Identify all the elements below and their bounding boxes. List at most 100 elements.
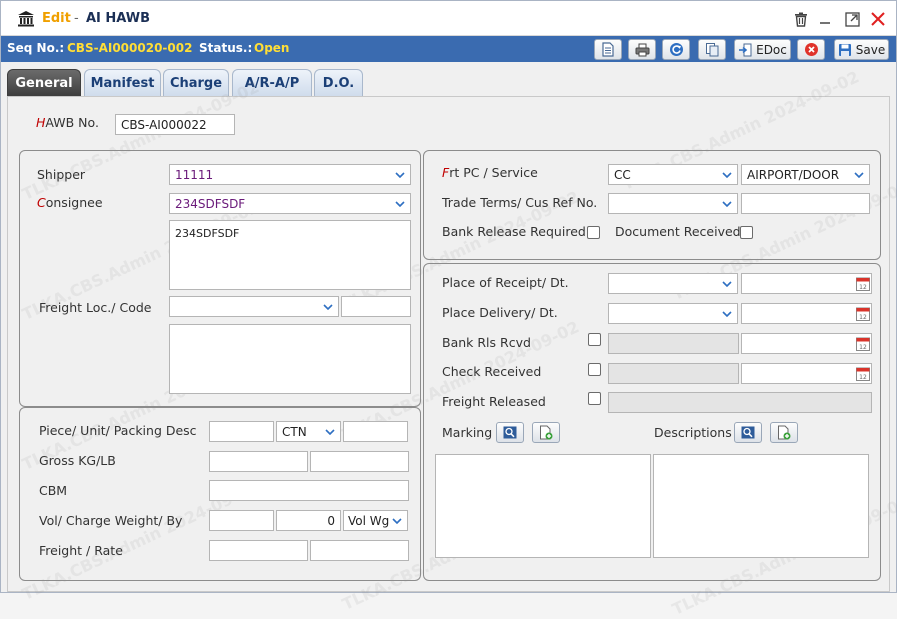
edoc-button-label: EDoc [756, 42, 787, 57]
document-icon [602, 42, 614, 57]
shipper-select[interactable]: 11111 [169, 164, 411, 185]
seq-no-label: Seq No.: [7, 41, 65, 55]
document-button[interactable] [594, 39, 622, 60]
copy-icon [705, 43, 718, 57]
shipper-label: Shipper [37, 167, 86, 182]
import-icon [739, 43, 752, 56]
marking-textarea[interactable] [435, 454, 651, 558]
freight-rate-label: Freight / Rate [39, 543, 123, 558]
frt-pc-value: CC [614, 168, 631, 182]
descriptions-search-button[interactable] [734, 422, 762, 443]
charge-by-select[interactable]: Vol Wg [343, 510, 408, 531]
tab-manifest[interactable]: Manifest [84, 69, 161, 96]
descriptions-textarea[interactable] [653, 454, 869, 558]
window-title: AI HAWB [86, 11, 151, 26]
edoc-button[interactable]: EDoc [734, 39, 791, 60]
minimize-button[interactable] [816, 10, 834, 28]
tab-charge[interactable]: Charge [163, 69, 229, 96]
chevron-down-icon [849, 165, 869, 184]
mode-label: Edit [42, 11, 71, 26]
sequence-bar: Seq No.: CBS-AI000020-002 Status.: Open [1, 36, 896, 62]
cancel-icon [804, 43, 818, 56]
hawb-no-input[interactable]: CBS-AI000022 [115, 114, 235, 135]
maximize-button[interactable] [843, 10, 861, 28]
place-delivery-select[interactable] [608, 303, 738, 324]
trade-terms-label: Trade Terms/ Cus Ref No. [442, 195, 598, 210]
rate-input[interactable] [310, 540, 409, 561]
close-button[interactable] [869, 10, 887, 28]
refresh-button[interactable] [662, 39, 690, 60]
piece-input[interactable] [209, 421, 274, 442]
copy-button[interactable] [698, 39, 726, 60]
unit-value: CTN [282, 425, 307, 439]
freight-released-checkbox[interactable] [588, 392, 601, 405]
close-icon [871, 12, 885, 26]
calendar-icon[interactable]: 12 [856, 366, 870, 381]
check-received-date-input[interactable] [741, 363, 872, 384]
bank-rls-rcvd-checkbox[interactable] [588, 333, 601, 346]
search-icon [503, 426, 517, 439]
check-received-checkbox[interactable] [588, 363, 601, 376]
service-value: AIRPORT/DOOR [747, 168, 840, 182]
print-button[interactable] [628, 39, 656, 60]
vol-charge-label: Vol/ Charge Weight/ By [39, 513, 183, 528]
consignee-value: 234SDFSDF [175, 197, 246, 211]
calendar-icon[interactable]: 12 [856, 276, 870, 291]
marking-search-button[interactable] [496, 422, 524, 443]
freight-code-input[interactable] [341, 296, 411, 317]
marking-label: Marking [442, 425, 493, 440]
delete-button[interactable] [792, 10, 810, 28]
cbm-input[interactable] [209, 480, 409, 501]
vol-input[interactable] [209, 510, 274, 531]
receipt-date-input[interactable] [741, 273, 872, 294]
freight-loc-address-textarea[interactable] [169, 324, 411, 394]
place-receipt-select[interactable] [608, 273, 738, 294]
title-bar: Edit - AI HAWB [1, 1, 896, 36]
freight-loc-select[interactable] [169, 296, 339, 317]
save-button[interactable]: Save [834, 39, 889, 60]
service-select[interactable]: AIRPORT/DOOR [741, 164, 870, 185]
cus-ref-no-input[interactable] [741, 193, 870, 214]
frt-pc-select[interactable]: CC [608, 164, 738, 185]
bank-rls-rcvd-label: Bank Rls Rcvd [442, 335, 531, 350]
cancel-button[interactable] [797, 39, 825, 60]
bank-release-checkbox[interactable] [587, 226, 600, 239]
status-label: Status.: [199, 41, 253, 55]
document-received-checkbox[interactable] [740, 226, 753, 239]
check-received-label: Check Received [442, 364, 542, 379]
bank-rls-rcvd-date-input[interactable] [741, 333, 872, 354]
status-value: Open [254, 41, 290, 55]
svg-text:12: 12 [859, 374, 867, 381]
tab-ar-ap[interactable]: A/R-A/P [232, 69, 312, 96]
trade-terms-select[interactable] [608, 193, 738, 214]
freight-input[interactable] [209, 540, 308, 561]
packing-desc-input[interactable] [343, 421, 408, 442]
svg-text:12: 12 [859, 284, 867, 291]
tab-general[interactable]: General [7, 69, 81, 96]
unit-select[interactable]: CTN [276, 421, 341, 442]
consignee-address-textarea[interactable]: 234SDFSDF [169, 220, 411, 290]
printer-icon [635, 43, 649, 56]
consignee-select[interactable]: 234SDFSDF [169, 193, 411, 214]
gross-kg-input[interactable] [209, 451, 308, 472]
consignee-label: Consignee [37, 195, 103, 210]
refresh-icon [669, 43, 683, 56]
gross-lb-input[interactable] [310, 451, 409, 472]
chevron-down-icon [717, 194, 737, 213]
minimize-icon [820, 22, 830, 24]
piece-unit-label: Piece/ Unit/ Packing Desc [39, 423, 197, 438]
charge-weight-input[interactable]: 0 [276, 510, 341, 531]
calendar-icon[interactable]: 12 [856, 336, 870, 351]
add-document-icon [540, 425, 553, 440]
tab-do[interactable]: D.O. [314, 69, 363, 96]
descriptions-label: Descriptions [654, 425, 732, 440]
add-document-icon [778, 425, 791, 440]
calendar-icon[interactable]: 12 [856, 306, 870, 321]
delivery-date-input[interactable] [741, 303, 872, 324]
save-button-label: Save [855, 42, 886, 57]
check-received-by-input [608, 363, 739, 384]
svg-text:12: 12 [859, 344, 867, 351]
descriptions-add-button[interactable] [770, 422, 798, 443]
marking-add-button[interactable] [532, 422, 560, 443]
freight-released-by-input [608, 392, 872, 413]
